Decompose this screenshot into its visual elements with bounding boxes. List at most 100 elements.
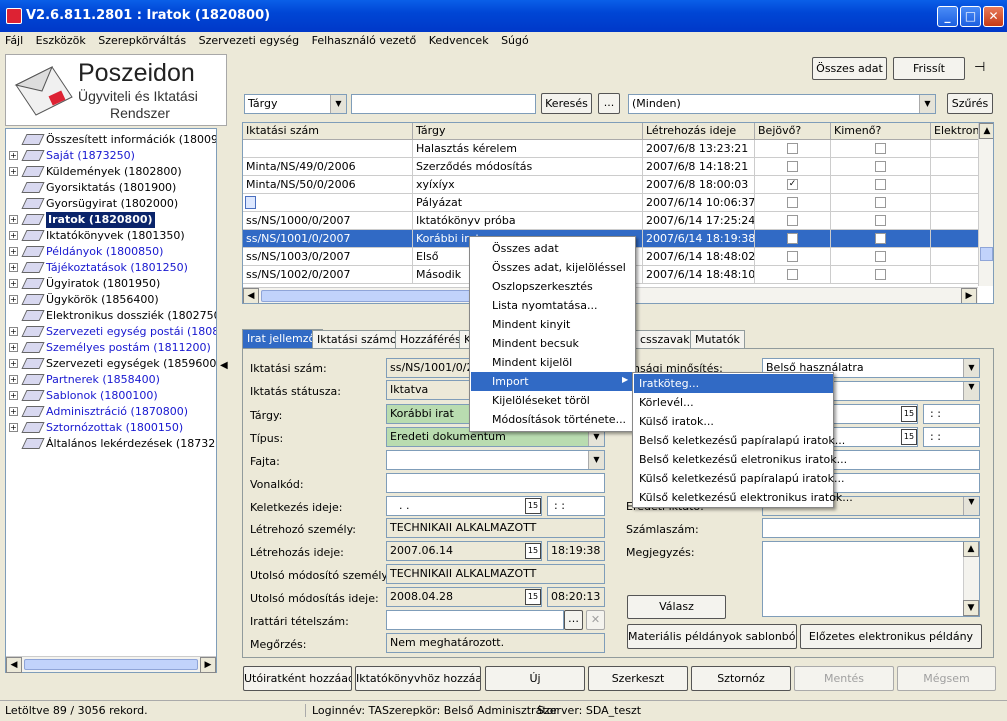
scroll-right-icon[interactable]: ▶ [200, 657, 216, 673]
table-row[interactable]: Minta/NS/49/0/2006 Szerződés módosítás 200… [243, 158, 983, 176]
checkbox[interactable] [875, 251, 886, 262]
keletkezes-time-input[interactable]: : : [547, 496, 605, 516]
iktatokonyvhoz-hozzaad-button[interactable]: Iktatókönyvhöz hozzáad [355, 666, 481, 691]
irattari-input[interactable] [386, 610, 564, 630]
scroll-right-icon[interactable]: ▶ [961, 288, 977, 303]
tree-item[interactable]: + Példányok (1800850) [6, 244, 216, 260]
table-row[interactable]: Pályázat 2007/6/14 10:06:37 [243, 194, 983, 212]
search-button[interactable]: Keresés [541, 93, 592, 114]
menu-eszkozok[interactable]: Eszközök [36, 34, 86, 47]
scroll-thumb[interactable] [261, 290, 471, 302]
submenu-item[interactable]: Külső iratok... [634, 412, 833, 431]
context-menu-item[interactable]: Összes adat [471, 239, 635, 258]
tree-item[interactable]: + Partnerek (1858400) [6, 372, 216, 388]
checkbox[interactable] [875, 161, 886, 172]
scroll-up-icon[interactable]: ▲ [963, 542, 979, 557]
menu-fajl[interactable]: Fájl [5, 34, 23, 47]
szures-button[interactable]: Szűrés [947, 93, 993, 114]
submenu-item[interactable]: Iratköteg... [634, 374, 833, 393]
search-field-select[interactable]: Tárgy ▼ [244, 94, 347, 114]
irattari-clear-icon[interactable]: ✕ [586, 610, 605, 630]
tree-item[interactable]: + Ügykörök (1856400) [6, 292, 216, 308]
checkbox[interactable] [787, 251, 798, 262]
scroll-down-icon[interactable]: ▼ [963, 600, 979, 616]
close-button[interactable]: ✕ [983, 6, 1004, 27]
keletkezes-date-input[interactable]: . . [386, 496, 542, 516]
table-row[interactable]: ss/NS/1000/0/2007 Iktatókönyv próba 2007/6… [243, 212, 983, 230]
collapse-panel-icon[interactable]: ◀ [220, 360, 230, 390]
textarea-scrollbar[interactable]: ▲ ▼ [963, 542, 979, 616]
expand-icon[interactable]: + [9, 295, 18, 304]
expand-icon[interactable]: + [9, 151, 18, 160]
calendar-icon[interactable]: 15 [525, 498, 541, 514]
expand-icon[interactable]: + [9, 279, 18, 288]
context-menu-item[interactable]: Összes adat, kijelöléssel [471, 258, 635, 277]
tree-item[interactable]: + Adminisztráció (1870800) [6, 404, 216, 420]
tree-item[interactable]: Gyorsiktatás (1801900) [6, 180, 216, 196]
expand-icon[interactable]: + [9, 231, 18, 240]
tree-item[interactable]: Elektronikus dossziék (1802750) [6, 308, 216, 324]
checkbox[interactable] [787, 269, 798, 280]
tree-item[interactable]: + Saját (1873250) [6, 148, 216, 164]
expand-icon[interactable]: + [9, 359, 18, 368]
tree-item[interactable]: + Tájékoztatások (1801250) [6, 260, 216, 276]
tree-item[interactable]: + Szervezeti egység postái (1808000) [6, 324, 216, 340]
tree-item[interactable]: + Iratok (1820800) [6, 212, 216, 228]
calendar-icon[interactable]: 15 [901, 429, 917, 445]
submenu-item[interactable]: Belső keletkezésű eletronikus iratok... [634, 450, 847, 469]
tab-hozzaferes[interactable]: Hozzáférés [395, 330, 466, 349]
checkbox[interactable] [875, 197, 886, 208]
menu-sugo[interactable]: Súgó [501, 34, 529, 47]
calendar-icon[interactable]: 15 [901, 406, 917, 422]
tree-item[interactable]: + Ügyiratok (1801950) [6, 276, 216, 292]
scroll-left-icon[interactable]: ◀ [6, 657, 22, 673]
osszes-adat-button[interactable]: Összes adat [812, 57, 887, 80]
tab-iktatasi-szamok[interactable]: Iktatási számok [312, 330, 409, 349]
menu-szervezeti-egyseg[interactable]: Szervezeti egység [199, 34, 299, 47]
col-elektronikus[interactable]: Elektroni [931, 123, 983, 140]
checkbox[interactable] [875, 215, 886, 226]
vonalkod-input[interactable] [386, 473, 605, 493]
submenu-item[interactable]: Belső keletkezésű papíralapú iratok... [634, 431, 845, 450]
grid-vertical-scrollbar[interactable]: ▲ [978, 123, 993, 286]
scroll-thumb[interactable] [24, 659, 198, 670]
expand-icon[interactable]: + [9, 327, 18, 336]
submenu-item[interactable]: Külső keletkezésű papíralapú iratok... [634, 469, 845, 488]
submenu-item[interactable]: Körlevél... [634, 393, 833, 412]
expand-icon[interactable]: + [9, 375, 18, 384]
col-iktatasi-szam[interactable]: Iktatási szám [243, 123, 413, 140]
elozetes-elektronikus-button[interactable]: Előzetes elektronikus példány [800, 624, 982, 649]
minimize-button[interactable]: _ [937, 6, 958, 27]
fajta-select[interactable]: ▼ [386, 450, 605, 470]
checkbox[interactable] [787, 143, 798, 154]
col-letrehozas-ideje[interactable]: Létrehozás ideje [643, 123, 755, 140]
menu-szerepkorvaltas[interactable]: Szerepkörváltás [98, 34, 186, 47]
ellipsis-button[interactable]: ... [598, 93, 620, 114]
checkbox[interactable] [875, 143, 886, 154]
szerkeszt-button[interactable]: Szerkeszt [588, 666, 688, 691]
megsem-button[interactable]: Mégsem [897, 666, 996, 691]
expand-icon[interactable]: + [9, 391, 18, 400]
checkbox[interactable] [787, 215, 798, 226]
irattari-ellipsis-button[interactable]: … [564, 610, 583, 630]
tab-mutatok[interactable]: Mutatók [690, 330, 745, 349]
context-menu-item[interactable]: Mindent kinyit [471, 315, 635, 334]
filter-select[interactable]: (Minden) ▼ [628, 94, 936, 114]
checkbox[interactable] [787, 161, 798, 172]
checkbox[interactable]: ✓ [787, 179, 798, 190]
expand-icon[interactable]: + [9, 407, 18, 416]
checkbox[interactable] [787, 233, 798, 244]
frissit-button[interactable]: Frissít [893, 57, 965, 80]
materialis-peldanyok-button[interactable]: Materiális példányok sablonból [627, 624, 797, 649]
expand-icon[interactable]: + [9, 343, 18, 352]
mentes-button[interactable]: Mentés [794, 666, 894, 691]
checkbox[interactable] [875, 233, 886, 244]
col-kimeno[interactable]: Kimenő? [831, 123, 931, 140]
targy-field[interactable]: Korábbi irat [386, 404, 472, 424]
table-row[interactable]: Minta/NS/50/0/2006 xyíxíyx 2007/6/8 18:00:… [243, 176, 983, 194]
menu-felhasznalo-vezeto[interactable]: Felhasználó vezető [312, 34, 417, 47]
szamlaszam-input[interactable] [762, 518, 980, 538]
scroll-up-icon[interactable]: ▲ [979, 123, 993, 139]
maximize-button[interactable]: □ [960, 6, 981, 27]
tree-horizontal-scrollbar[interactable]: ◀ ▶ [6, 656, 216, 673]
